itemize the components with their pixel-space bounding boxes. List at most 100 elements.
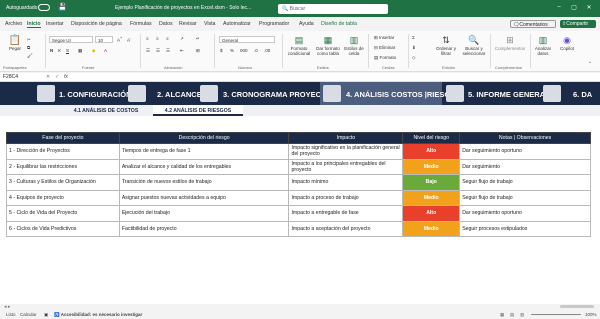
autosum-icon[interactable]: Σ bbox=[412, 35, 415, 40]
cell-descripcion[interactable]: Analizar el alcance y calidad de los ent… bbox=[118, 158, 290, 175]
font-name-select[interactable]: Segoe UI bbox=[49, 36, 93, 43]
zoom-slider[interactable] bbox=[531, 314, 581, 315]
cell-nivel[interactable]: Medio bbox=[402, 158, 461, 175]
cell-nivel[interactable]: Medio bbox=[402, 220, 461, 237]
subtab-analisis-riesgos[interactable]: 4.2 ANÁLISIS DE RIESGOS bbox=[153, 105, 243, 116]
header-fase[interactable]: Fase del proyecto bbox=[6, 132, 120, 144]
percent-icon[interactable]: % bbox=[230, 48, 234, 53]
paste-button[interactable]: 📋 Pegar bbox=[6, 35, 24, 51]
align-bottom-icon[interactable]: ≡ bbox=[166, 36, 169, 41]
borders-icon[interactable]: ▦ bbox=[78, 48, 82, 54]
cell-impacto[interactable]: Impacto a entregable de fase bbox=[288, 205, 404, 222]
cell-impacto[interactable]: Impacto significativo en la planificació… bbox=[288, 143, 404, 160]
underline-icon[interactable]: S bbox=[66, 48, 69, 53]
cell-notas[interactable]: Seguir flujo de trabajo bbox=[459, 174, 591, 191]
cell-fase[interactable]: 5 - Ciclo de Vida del Proyecto bbox=[6, 205, 120, 222]
indent-icon[interactable]: ⇤ bbox=[180, 48, 184, 54]
collapse-ribbon-icon[interactable]: ⌃ bbox=[588, 61, 592, 67]
comments-button[interactable]: 🗨Comentarios bbox=[510, 20, 556, 28]
search-input[interactable]: 🔍 Buscar bbox=[278, 4, 388, 14]
cut-icon[interactable]: ✂ bbox=[27, 37, 31, 43]
cell-descripcion[interactable]: Asignar puestos nuevas actividades a equ… bbox=[118, 189, 290, 206]
menu-formulas[interactable]: Fórmulas bbox=[130, 21, 152, 27]
tab-analisis-costos-riesgos[interactable]: 4. ANÁLISIS COSTOS |RIESGOS bbox=[320, 82, 461, 105]
fill-icon[interactable]: ⬇ bbox=[412, 45, 416, 51]
number-format-select[interactable]: General bbox=[219, 36, 275, 43]
menu-vista[interactable]: Vista bbox=[204, 21, 215, 27]
accessibility-status[interactable]: ♿ Accesibilidad: es necesario investigar bbox=[54, 312, 142, 318]
cell-notas[interactable]: Seguir flujo de trabajo bbox=[459, 189, 591, 206]
cell-descripcion[interactable]: Factibilidad de proyecto bbox=[118, 220, 290, 237]
cell-styles-button[interactable]: ▥ Estilos de celda bbox=[343, 35, 365, 56]
header-notas[interactable]: Notas | Observaciones bbox=[459, 132, 591, 144]
menu-ayuda[interactable]: Ayuda bbox=[299, 21, 314, 27]
cell-nivel[interactable]: Alto bbox=[402, 205, 461, 222]
maximize-icon[interactable]: ▢ bbox=[570, 4, 578, 12]
format-cells-button[interactable]: ▤ Formato bbox=[374, 55, 396, 61]
menu-datos[interactable]: Datos bbox=[159, 21, 173, 27]
menu-archivo[interactable]: Archivo bbox=[5, 21, 22, 27]
header-nivel[interactable]: Nivel del riesgo bbox=[402, 132, 461, 144]
complementos-button[interactable]: ⊞ Complementos bbox=[494, 35, 526, 51]
cell-impacto[interactable]: Impacto mínimo bbox=[288, 174, 404, 191]
format-painter-icon[interactable]: 🖌 bbox=[27, 53, 33, 59]
name-box[interactable]: F28C4 bbox=[3, 74, 43, 80]
page-layout-icon[interactable]: ▤ bbox=[510, 312, 514, 318]
copilot-button[interactable]: ◉ Copilot bbox=[556, 35, 578, 51]
cell-nivel[interactable]: Alto bbox=[402, 143, 461, 160]
minimize-icon[interactable]: – bbox=[555, 4, 563, 12]
merge-icon[interactable]: ⊞ bbox=[196, 48, 200, 54]
conditional-format-button[interactable]: ▤ Formato condicional bbox=[286, 35, 312, 56]
calc-status[interactable]: Calcular bbox=[20, 312, 37, 317]
currency-icon[interactable]: $ bbox=[220, 48, 223, 53]
cell-fase[interactable]: 4 - Equipos de proyecto bbox=[6, 189, 120, 206]
bold-icon[interactable]: N bbox=[50, 48, 53, 53]
font-size-select[interactable]: 10 bbox=[95, 36, 113, 43]
menu-inicio[interactable]: Inicio bbox=[27, 21, 41, 28]
close-icon[interactable]: ✕ bbox=[585, 4, 593, 12]
normal-view-icon[interactable]: ▦ bbox=[500, 312, 504, 318]
sort-filter-button[interactable]: ⇅ Ordenar y filtrar bbox=[433, 35, 459, 56]
cell-impacto[interactable]: Impacto a los principales entregables de… bbox=[288, 158, 404, 175]
font-color-icon[interactable]: A bbox=[104, 48, 107, 53]
cell-notas[interactable]: Dar seguimiento oportuno bbox=[459, 143, 591, 160]
share-button[interactable]: ⇪Compartir bbox=[560, 20, 596, 28]
cell-notas[interactable]: Seguir procesos estipulados bbox=[459, 220, 591, 237]
fill-color-icon[interactable]: ◆ bbox=[92, 48, 95, 54]
cell-fase[interactable]: 1 - Dirección de Proyectos bbox=[6, 143, 120, 160]
format-table-button[interactable]: ▦ Dar formato como tabla bbox=[314, 35, 342, 56]
cell-descripcion[interactable]: Ejecución del trabajo bbox=[118, 205, 290, 222]
decrease-decimal-icon[interactable]: .00 bbox=[264, 48, 270, 53]
cell-descripcion[interactable]: Transición de nuevos estilos de trabajo bbox=[118, 174, 290, 191]
page-break-icon[interactable]: ▥ bbox=[520, 312, 524, 318]
menu-programador[interactable]: Programador bbox=[259, 21, 289, 27]
orientation-icon[interactable]: ↗ bbox=[180, 36, 184, 42]
menu-disposicion[interactable]: Disposición de página bbox=[71, 21, 122, 27]
cell-fase[interactable]: 3 - Culturas y Estilos de Organización bbox=[6, 174, 120, 191]
tab-informe-general[interactable]: 5. INFORME GENERAL bbox=[442, 82, 550, 105]
thousands-icon[interactable]: 000 bbox=[240, 48, 248, 53]
grow-font-icon[interactable]: A+ bbox=[117, 36, 122, 43]
align-center-icon[interactable]: ☰ bbox=[156, 48, 160, 54]
cell-impacto[interactable]: Impacto a aceptación del proyecto bbox=[288, 220, 404, 237]
tab-alcance[interactable]: 2. ALCANCE bbox=[126, 82, 202, 105]
macro-record-icon[interactable]: ▣ bbox=[44, 312, 48, 318]
zoom-level[interactable]: 100% bbox=[585, 312, 597, 317]
cell-impacto[interactable]: Impacto a proceso de trabajo bbox=[288, 189, 404, 206]
increase-decimal-icon[interactable]: .0 bbox=[254, 48, 258, 53]
wrap-text-icon[interactable]: ↵ bbox=[196, 36, 200, 42]
delete-cells-button[interactable]: ⊟ Eliminar bbox=[374, 45, 395, 51]
clear-icon[interactable]: ◇ bbox=[412, 55, 415, 61]
cell-nivel[interactable]: Bajo bbox=[402, 174, 461, 191]
insert-cells-button[interactable]: ⊞ Insertar bbox=[374, 35, 394, 41]
enter-icon[interactable]: ✓ bbox=[55, 74, 59, 80]
horizontal-scrollbar[interactable] bbox=[560, 305, 594, 308]
cell-nivel[interactable]: Medio bbox=[402, 189, 461, 206]
subtab-analisis-costos[interactable]: 4.1 ANÁLISIS DE COSTOS bbox=[62, 105, 150, 116]
tab-cronograma[interactable]: 3. CRONOGRAMA PROYECTOS bbox=[196, 82, 336, 105]
tab-da[interactable]: 6. DA bbox=[540, 82, 600, 105]
align-right-icon[interactable]: ☰ bbox=[166, 48, 170, 54]
header-descripcion[interactable]: Descripción del riesgo bbox=[118, 132, 290, 144]
menu-automatizar[interactable]: Automatizar bbox=[223, 21, 251, 27]
formula-input[interactable] bbox=[78, 74, 578, 82]
